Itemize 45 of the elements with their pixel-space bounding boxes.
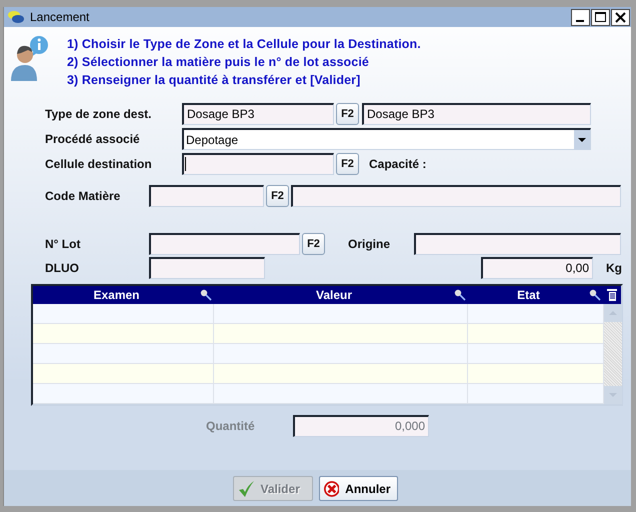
field-label: Procédé associé <box>45 132 141 146</box>
instruction-text: 3) Renseigner la quantité à transférer et [Valider] <box>67 72 362 89</box>
field-label: Type de zone dest. <box>45 107 152 121</box>
search-icon[interactable] <box>454 289 466 301</box>
column-header[interactable]: Examen <box>33 286 214 304</box>
maximize-button[interactable] <box>591 8 610 26</box>
search-icon[interactable] <box>200 289 212 301</box>
field-label: Quantité <box>206 419 256 433</box>
field-label: N° Lot <box>45 237 82 251</box>
input-field[interactable]: Dosage BP3 <box>362 103 591 125</box>
field-label: Origine <box>348 237 392 251</box>
lookup-button[interactable]: F2 <box>336 103 359 125</box>
minimize-button[interactable] <box>571 8 590 26</box>
column-header[interactable]: Etat <box>468 286 603 304</box>
input-field[interactable] <box>182 153 334 175</box>
input-field[interactable] <box>149 185 264 207</box>
input-field[interactable]: Dosage BP3 <box>182 103 334 125</box>
lookup-button[interactable]: F2 <box>266 185 289 207</box>
field-label: DLUO <box>45 261 80 275</box>
input-field[interactable] <box>149 257 265 279</box>
input-field[interactable] <box>414 233 621 255</box>
search-icon[interactable] <box>589 289 601 301</box>
input-field[interactable] <box>291 185 621 207</box>
capacity-label: Capacité : <box>369 157 426 171</box>
column-header[interactable]: Valeur <box>214 286 468 304</box>
column-chooser-icon[interactable] <box>607 289 617 301</box>
input-field[interactable] <box>149 233 300 255</box>
user-info-drawing <box>11 35 49 81</box>
checkmark-icon <box>238 480 254 496</box>
cancel-icon <box>324 480 340 498</box>
close-button[interactable] <box>611 8 630 26</box>
unit-label: Kg <box>606 261 622 275</box>
field-label: Cellule destination <box>45 157 153 171</box>
lookup-button[interactable]: F2 <box>302 233 325 255</box>
text-cursor <box>185 157 186 171</box>
instruction-text: 1) Choisir le Type de Zone et la Cellule pour la Destination. <box>67 36 421 53</box>
app-icon <box>8 11 24 23</box>
field-label: Code Matière <box>45 189 122 203</box>
caret-icon <box>574 130 590 150</box>
instruction-text: 2) Sélectionner la matière puis le n° de lot associé <box>67 54 370 71</box>
window-title: Lancement <box>30 10 90 24</box>
weight-field[interactable]: 0,00 <box>481 257 593 279</box>
cancel-button[interactable]: Annuler <box>318 476 398 501</box>
lookup-button[interactable]: F2 <box>336 153 359 175</box>
dropdown[interactable]: Depotage <box>182 128 591 150</box>
